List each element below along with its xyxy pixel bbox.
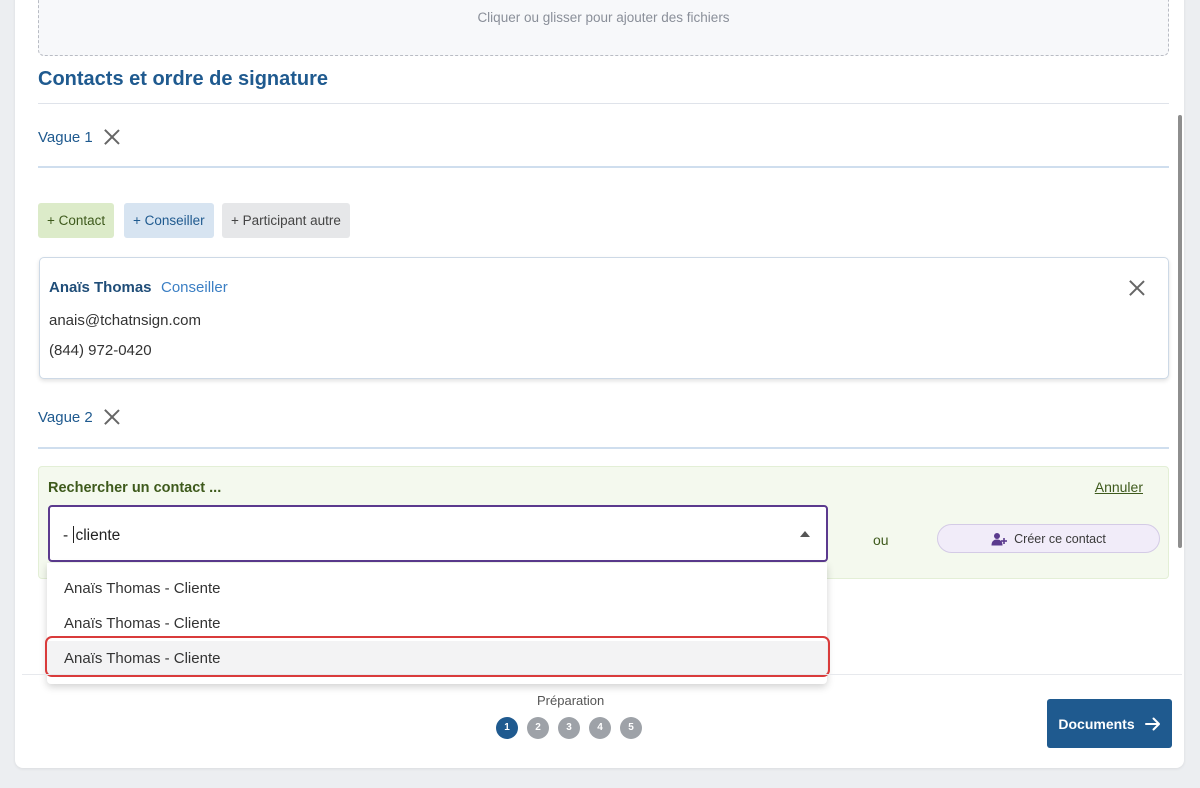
create-contact-label: Créer ce contact — [1014, 531, 1106, 546]
wave-2-label: Vague 2 — [38, 408, 93, 426]
step-1[interactable]: 1 — [496, 717, 518, 739]
search-value-text: cliente — [75, 527, 121, 544]
contact-dropdown: Anaïs Thomas - Cliente Anaïs Thomas - Cl… — [47, 563, 827, 684]
wave-2-header: Vague 2 — [38, 408, 121, 426]
dropdown-option[interactable]: Anaïs Thomas - Cliente — [47, 571, 827, 606]
caret-up-icon[interactable] — [800, 531, 810, 537]
dropdown-option[interactable]: Anaïs Thomas - Cliente — [47, 606, 827, 641]
search-value-prefix: - — [63, 527, 73, 544]
participant-phone: (844) 972-0420 — [49, 342, 152, 359]
step-3[interactable]: 3 — [558, 717, 580, 739]
documents-button-label: Documents — [1058, 715, 1135, 732]
create-contact-button[interactable]: Créer ce contact — [937, 524, 1160, 553]
participant-name: Anaïs Thomas — [49, 279, 152, 296]
divider — [38, 103, 1169, 104]
dropzone-text: Cliquer ou glisser pour ajouter des fich… — [477, 10, 730, 25]
step-indicator: 1 2 3 4 5 — [496, 717, 642, 739]
step-label: Préparation — [537, 693, 605, 708]
or-label: ou — [873, 532, 889, 548]
file-dropzone[interactable]: Cliquer ou glisser pour ajouter des fich… — [38, 0, 1169, 56]
participant-role: Conseiller — [161, 279, 228, 296]
close-icon[interactable] — [1128, 279, 1146, 297]
search-value: - cliente — [63, 526, 120, 545]
wave-1-label: Vague 1 — [38, 128, 93, 146]
add-conseiller-button[interactable]: + Conseiller — [124, 203, 214, 238]
add-participant-autre-button[interactable]: + Participant autre — [222, 203, 350, 238]
documents-button[interactable]: Documents — [1047, 699, 1172, 748]
participant-card: Anaïs Thomas Conseiller anais@tchatnsign… — [39, 257, 1169, 379]
footer-divider — [22, 674, 1182, 675]
search-title: Rechercher un contact ... — [48, 480, 222, 496]
step-5[interactable]: 5 — [620, 717, 642, 739]
step-4[interactable]: 4 — [589, 717, 611, 739]
contact-search-input[interactable]: - cliente — [48, 505, 828, 562]
wave-2-divider — [38, 447, 1169, 449]
step-2[interactable]: 2 — [527, 717, 549, 739]
close-icon[interactable] — [103, 408, 121, 426]
participant-email: anais@tchatnsign.com — [49, 312, 201, 329]
section-title: Contacts et ordre de signature — [38, 68, 329, 90]
wave-1-divider — [38, 166, 1169, 168]
wave-1-header: Vague 1 — [38, 128, 121, 146]
dropdown-option-highlighted[interactable]: Anaïs Thomas - Cliente — [47, 641, 827, 676]
scrollbar[interactable] — [1178, 115, 1182, 548]
add-contact-button[interactable]: + Contact — [38, 203, 115, 238]
cancel-link[interactable]: Annuler — [1095, 479, 1143, 495]
arrow-right-icon — [1144, 717, 1160, 730]
close-icon[interactable] — [103, 128, 121, 146]
user-plus-icon — [991, 532, 1008, 545]
